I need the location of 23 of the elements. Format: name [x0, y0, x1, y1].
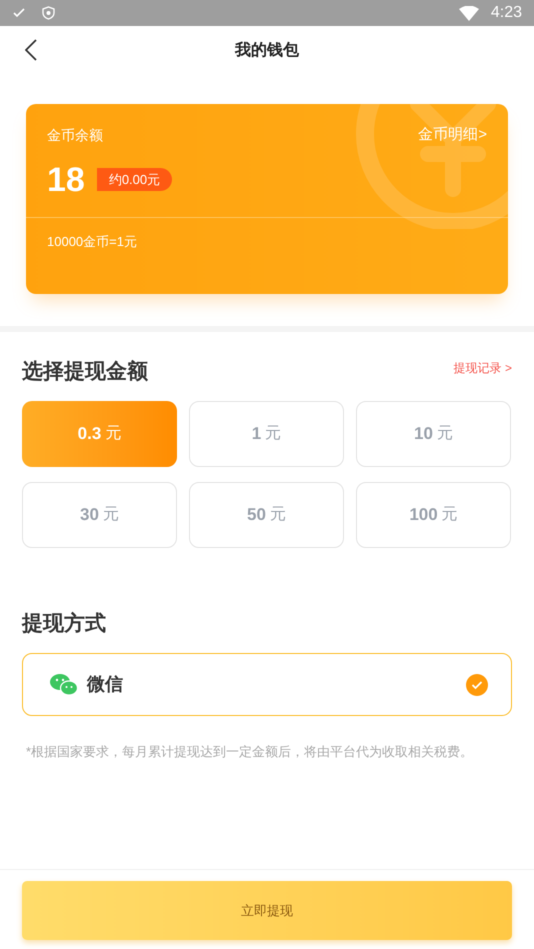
payment-method-option[interactable]: 微信	[22, 653, 512, 716]
amount-option[interactable]: 100 元	[356, 482, 511, 548]
shield-icon	[42, 6, 55, 20]
amount-option[interactable]: 0.3 元	[22, 400, 177, 466]
chat-bubbles-icon	[49, 674, 78, 696]
page-title: 我的钱包	[235, 40, 299, 60]
amount-option[interactable]: 1 元	[189, 400, 344, 466]
clock-text: 4:23	[490, 3, 522, 23]
tax-note: *根据国家要求，每月累计提现达到一定金额后，将由平台代为收取相关税费。	[25, 744, 474, 760]
wifi-icon	[458, 6, 479, 20]
withdraw-button[interactable]: 立即提现	[22, 881, 512, 940]
amount-option[interactable]: 10 元	[356, 400, 511, 466]
approx-badge: 约0.00元	[96, 168, 172, 192]
section-title: 提现方式	[22, 612, 106, 634]
amount-option[interactable]: 30 元	[22, 482, 177, 548]
exchange-rate-text: 10000金币=1元	[47, 234, 137, 248]
balance-amount: 18	[47, 162, 85, 196]
check-icon	[12, 6, 26, 20]
balance-label: 金币余额	[47, 126, 103, 145]
amount-option[interactable]: 50 元	[189, 482, 344, 548]
withdraw-history-link[interactable]: 提现记录 >	[454, 358, 512, 377]
section-title: 选择提现金额	[22, 358, 148, 385]
coin-detail-link[interactable]: 金币明细>	[418, 124, 487, 146]
